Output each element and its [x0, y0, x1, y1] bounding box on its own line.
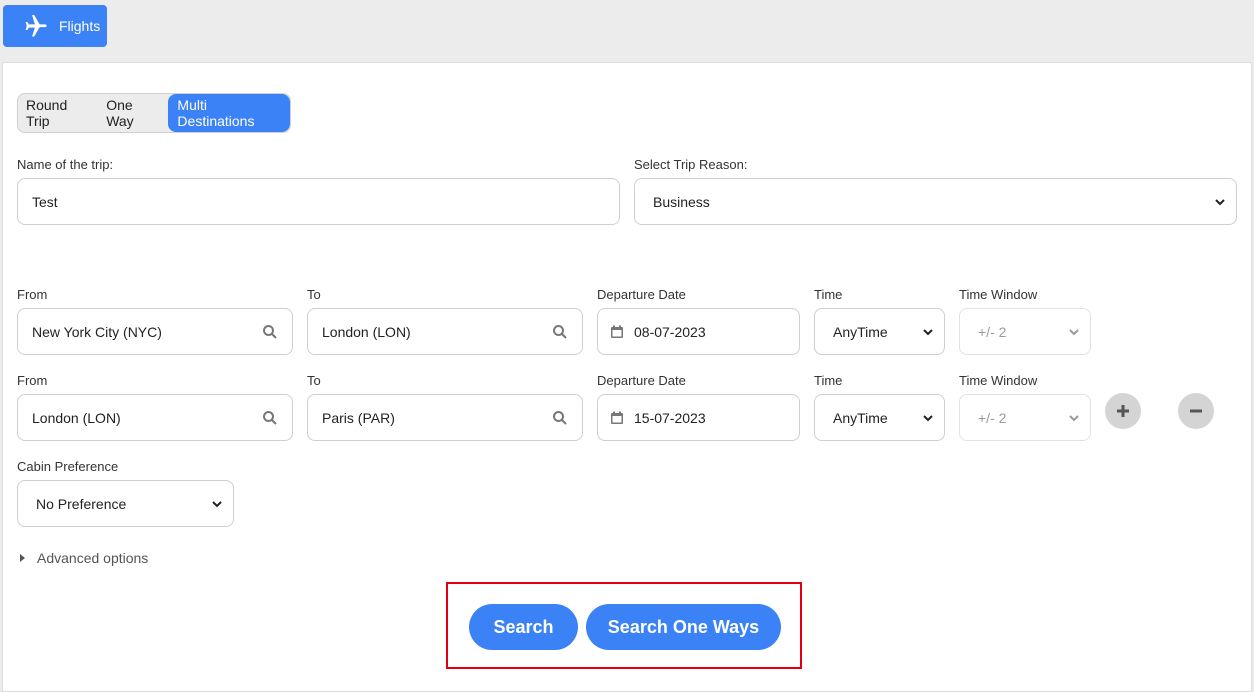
search-icon	[553, 324, 567, 339]
cabin-label: Cabin Preference	[17, 459, 119, 474]
leg2-date-value: 15-07-2023	[634, 409, 706, 426]
leg2-window-select[interactable]: +/- 2	[959, 394, 1091, 441]
leg1-date-input[interactable]: 08-07-2023	[597, 308, 800, 355]
minus-icon	[1190, 409, 1202, 413]
chevron-down-icon	[1069, 414, 1079, 421]
trip-reason-value: Business	[653, 193, 710, 210]
leg1-time-label: Time	[814, 287, 843, 302]
leg1-window-select[interactable]: +/- 2	[959, 308, 1091, 355]
leg2-from-label: From	[17, 373, 48, 388]
leg2-to-input[interactable]: Paris (PAR)	[307, 394, 583, 441]
search-icon	[553, 410, 567, 425]
flights-tab-label: Flights	[59, 18, 101, 34]
search-icon	[263, 410, 277, 425]
cabin-select[interactable]: No Preference	[17, 480, 234, 527]
trip-reason-select[interactable]: Business	[634, 178, 1237, 225]
chevron-down-icon	[212, 500, 222, 507]
plus-icon	[1117, 405, 1129, 417]
leg2-time-label: Time	[814, 373, 843, 388]
leg1-time-select[interactable]: AnyTime	[814, 308, 945, 355]
leg1-window-label: Time Window	[959, 287, 1038, 302]
trip-type-round-trip[interactable]: Round Trip	[18, 94, 98, 132]
trip-name-label: Name of the trip:	[17, 157, 114, 172]
leg1-from-input[interactable]: New York City (NYC)	[17, 308, 293, 355]
trip-type-multi-destinations[interactable]: Multi Destinations	[168, 94, 290, 132]
flights-tab[interactable]: Flights	[3, 5, 107, 47]
add-leg-button[interactable]	[1105, 393, 1141, 429]
leg1-date-value: 08-07-2023	[634, 323, 706, 340]
leg2-to-value: Paris (PAR)	[322, 409, 395, 426]
leg2-time-select[interactable]: AnyTime	[814, 394, 945, 441]
trip-name-value: Test	[32, 193, 58, 210]
leg1-to-value: London (LON)	[322, 323, 411, 340]
leg1-to-input[interactable]: London (LON)	[307, 308, 583, 355]
trip-name-input[interactable]: Test	[17, 178, 620, 225]
trip-type-one-way[interactable]: One Way	[98, 94, 168, 132]
chevron-down-icon	[923, 414, 933, 421]
leg1-date-label: Departure Date	[597, 287, 686, 302]
calendar-icon	[611, 411, 623, 424]
advanced-options-toggle[interactable]: Advanced options	[20, 550, 148, 566]
leg2-to-label: To	[307, 373, 321, 388]
chevron-down-icon	[1069, 328, 1079, 335]
airplane-icon	[25, 15, 47, 37]
leg2-window-label: Time Window	[959, 373, 1038, 388]
caret-right-icon	[20, 554, 25, 562]
remove-leg-button[interactable]	[1178, 393, 1214, 429]
leg1-time-value: AnyTime	[833, 323, 888, 340]
leg2-window-value: +/- 2	[978, 409, 1007, 426]
chevron-down-icon	[1215, 198, 1225, 205]
leg1-to-label: To	[307, 287, 321, 302]
leg2-time-value: AnyTime	[833, 409, 888, 426]
calendar-icon	[611, 325, 623, 338]
leg1-from-value: New York City (NYC)	[32, 323, 162, 340]
search-one-ways-button[interactable]: Search One Ways	[586, 604, 781, 650]
leg2-date-label: Departure Date	[597, 373, 686, 388]
search-icon	[263, 324, 277, 339]
cabin-value: No Preference	[36, 495, 127, 512]
trip-reason-label: Select Trip Reason:	[634, 157, 748, 172]
leg1-from-label: From	[17, 287, 48, 302]
trip-type-selector: Round Trip One Way Multi Destinations	[17, 93, 291, 133]
search-button[interactable]: Search	[469, 604, 578, 650]
leg2-from-input[interactable]: London (LON)	[17, 394, 293, 441]
advanced-options-label: Advanced options	[37, 550, 149, 566]
chevron-down-icon	[923, 328, 933, 335]
leg2-from-value: London (LON)	[32, 409, 121, 426]
leg1-window-value: +/- 2	[978, 323, 1007, 340]
leg2-date-input[interactable]: 15-07-2023	[597, 394, 800, 441]
